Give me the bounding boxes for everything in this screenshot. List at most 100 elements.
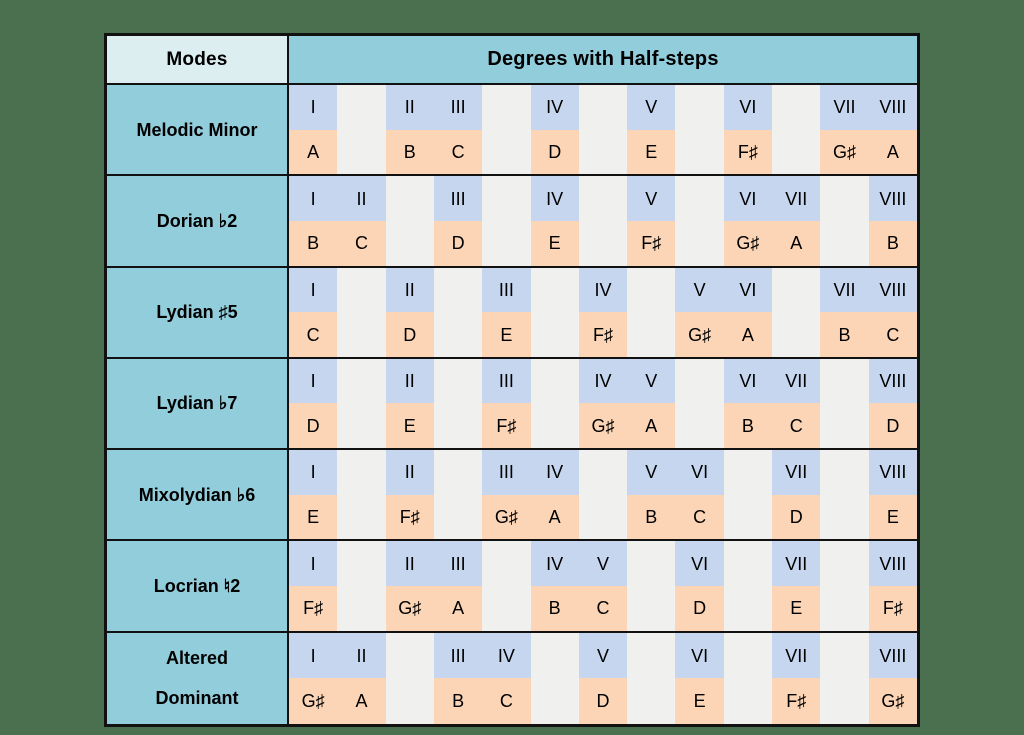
degree-label: I xyxy=(310,188,316,209)
degree-cell: II xyxy=(337,176,386,221)
degree-label: VII xyxy=(833,279,856,300)
note-cell: B xyxy=(868,220,917,266)
degree-cell: I xyxy=(289,267,338,313)
degree-cell: III xyxy=(433,85,483,130)
note-cell: D xyxy=(772,494,821,540)
degree-cell: V xyxy=(578,632,628,679)
note-label: E xyxy=(886,507,899,528)
note-label: F♯ xyxy=(882,598,903,619)
note-label: E xyxy=(790,598,803,619)
note-cell: C xyxy=(868,312,917,357)
note-label: B xyxy=(548,598,561,619)
note-label: A xyxy=(645,415,658,436)
note-label: B xyxy=(645,507,658,528)
note-cell: A xyxy=(433,586,483,631)
gap-cell xyxy=(723,541,773,587)
gap-cell xyxy=(530,632,579,679)
degree-cell: IV xyxy=(482,632,531,679)
degree-cell: VIII xyxy=(868,358,917,404)
degree-label: VI xyxy=(739,279,757,300)
gap-cell xyxy=(433,450,483,495)
degree-label: II xyxy=(356,645,367,666)
degree-cell: VI xyxy=(723,267,773,313)
gap-cell xyxy=(385,220,434,266)
degree-label: III xyxy=(450,97,466,118)
note-cell: D xyxy=(289,403,338,449)
chromatic-slots: I II III IV V VI VII VIII D E F♯ G♯ A B C D xyxy=(289,358,917,449)
note-label: A xyxy=(886,141,899,162)
note-label: G♯ xyxy=(833,141,857,162)
mode-name-label: Lydian ♭7 xyxy=(156,393,238,414)
degree-label: III xyxy=(450,553,466,574)
degree-label: IV xyxy=(546,97,564,118)
mode-name-label-line2: Dominant xyxy=(155,688,239,709)
note-cell: F♯ xyxy=(772,678,821,724)
note-cell: A xyxy=(772,220,821,266)
note-cell: C xyxy=(675,494,724,540)
note-cell: B xyxy=(627,494,676,540)
gap-cell xyxy=(723,632,773,679)
gap-cell xyxy=(578,494,628,540)
note-cell: G♯ xyxy=(723,220,773,266)
note-cell: B xyxy=(820,312,869,357)
note-label: B xyxy=(886,233,899,254)
note-label: D xyxy=(596,691,610,712)
note-label: D xyxy=(886,415,900,436)
note-cell: E xyxy=(675,678,724,724)
gap-cell xyxy=(627,632,676,679)
gap-cell xyxy=(772,312,821,357)
gap-cell xyxy=(337,267,386,313)
note-cell: G♯ xyxy=(482,494,531,540)
degree-label: IV xyxy=(594,279,612,300)
gap-cell xyxy=(337,85,386,130)
degree-label: I xyxy=(310,97,316,118)
note-label: C xyxy=(354,233,368,254)
degree-cell: V xyxy=(627,450,676,495)
gap-cell xyxy=(627,586,676,631)
note-cell: A xyxy=(723,312,773,357)
note-cell: G♯ xyxy=(385,586,434,631)
note-label: A xyxy=(452,598,465,619)
note-cell: B xyxy=(385,129,434,175)
note-label: C xyxy=(499,691,513,712)
note-cell: B xyxy=(530,586,579,631)
degree-cell: V xyxy=(675,267,724,313)
degree-cell: VIII xyxy=(868,85,917,130)
degree-label: VIII xyxy=(879,188,907,209)
gap-cell xyxy=(530,312,579,357)
degree-cell: III xyxy=(433,632,483,679)
degree-cell: VII xyxy=(772,450,821,495)
degree-label: V xyxy=(645,462,658,483)
degree-label: VI xyxy=(691,462,709,483)
degree-cell: III xyxy=(433,541,483,587)
degree-row: I II III IV V VI VII VIII F♯ G♯ A B C D E F♯ xyxy=(289,541,917,633)
degree-row: I II III IV V VI VII VIII C D E F♯ G♯ A B C xyxy=(289,267,917,359)
degree-label: VII xyxy=(785,645,808,666)
note-cell: D xyxy=(530,129,579,175)
modes-table-grid: Modes Degrees with Half-steps Melodic Mi… xyxy=(107,36,917,724)
gap-cell xyxy=(820,632,869,679)
note-label: D xyxy=(789,507,803,528)
degree-row: I II III IV V VI VII VIII A B C D E F♯ G♯ A xyxy=(289,85,917,177)
degree-label: VIII xyxy=(879,97,907,118)
gap-cell xyxy=(337,129,386,175)
gap-cell xyxy=(578,85,628,130)
degree-cell: I xyxy=(289,176,338,221)
gap-cell xyxy=(433,312,483,357)
degree-cell: III xyxy=(482,450,531,495)
gap-cell xyxy=(820,586,869,631)
note-label: E xyxy=(645,141,658,162)
mode-name-cell: Lydian ♭7 xyxy=(107,358,289,451)
degree-label: II xyxy=(356,188,367,209)
gap-cell xyxy=(482,176,531,221)
note-label: G♯ xyxy=(494,507,518,528)
degree-cell: IV xyxy=(530,176,579,221)
degree-label: IV xyxy=(546,462,564,483)
note-label: C xyxy=(596,598,610,619)
degree-label: VII xyxy=(785,188,808,209)
degree-label: I xyxy=(310,279,316,300)
note-cell: D xyxy=(385,312,434,357)
note-label: E xyxy=(403,415,416,436)
note-cell: D xyxy=(578,678,628,724)
chromatic-slots: I II III IV V VI VII VIII A B C D E F♯ G♯ A xyxy=(289,85,917,175)
